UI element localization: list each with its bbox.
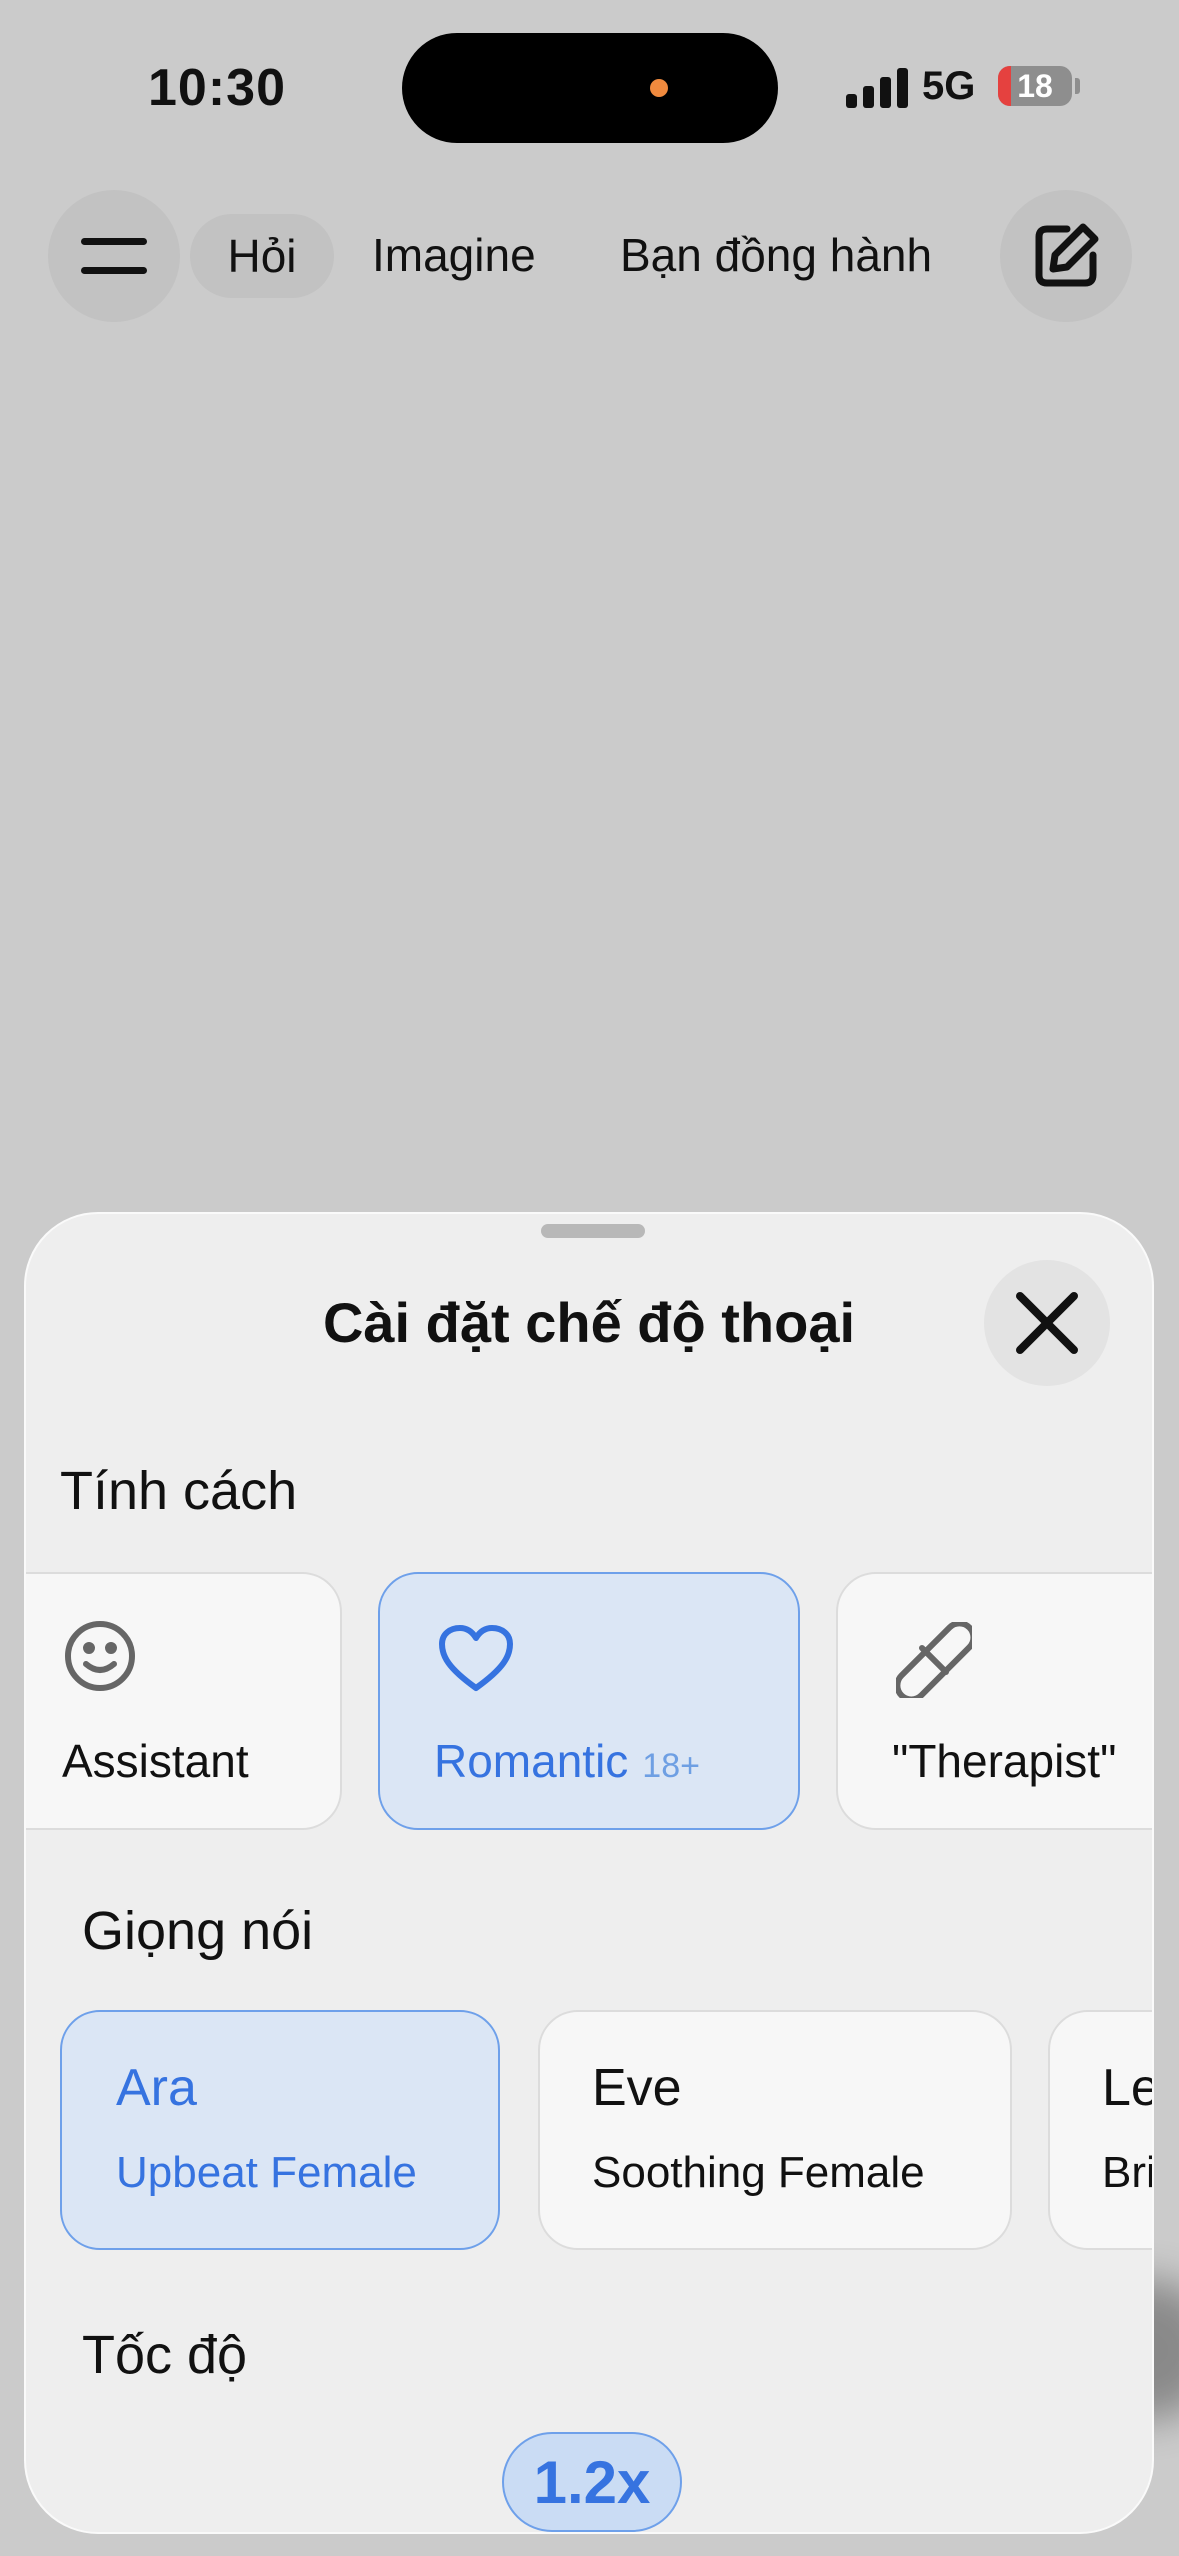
cellular-signal-icon	[846, 68, 908, 108]
voice-card-ara[interactable]: Ara Upbeat Female	[60, 2010, 500, 2250]
voice-settings-sheet: Cài đặt chế độ thoại Tính cách Assistant…	[24, 1212, 1154, 2534]
age-badge: 18+	[642, 1747, 700, 1785]
menu-button[interactable]	[48, 190, 180, 322]
personality-label: Romantic 18+	[434, 1734, 700, 1788]
personality-label: Assistant	[62, 1735, 249, 1787]
voice-description: Soothing Female	[592, 2148, 925, 2197]
battery-icon: 18	[998, 66, 1072, 106]
heart-icon	[439, 1625, 513, 1691]
pill-icon	[896, 1622, 972, 1698]
close-icon	[1016, 1292, 1078, 1354]
hamburger-icon	[81, 238, 147, 274]
personality-section-title: Tính cách	[60, 1461, 298, 1521]
voice-description: Upbeat Female	[116, 2148, 417, 2197]
network-type: 5G	[922, 64, 976, 108]
personality-card-assistant[interactable]: Assistant	[26, 1572, 342, 1830]
personality-label: "Therapist"	[892, 1735, 1117, 1787]
tab-imagine[interactable]: Imagine	[372, 228, 536, 282]
new-chat-button[interactable]	[1000, 190, 1132, 322]
speed-section-title: Tốc độ	[82, 2325, 248, 2385]
speed-selector[interactable]: 1.2x	[502, 2432, 682, 2532]
battery-level: 18	[1017, 68, 1053, 104]
status-bar: 10:30 5G 18	[0, 0, 1179, 175]
battery-cap	[1075, 78, 1080, 94]
voice-name: Eve	[592, 2059, 682, 2117]
personality-label-text: Romantic	[434, 1735, 629, 1787]
status-time: 10:30	[148, 59, 286, 117]
camera-indicator-dot	[650, 79, 668, 97]
voice-card-partial[interactable]: Le Bri	[1048, 2010, 1154, 2250]
voice-section-title: Giọng nói	[82, 1901, 314, 1961]
dynamic-island	[402, 33, 778, 143]
voice-description: Bri	[1102, 2148, 1154, 2197]
voice-name: Le	[1102, 2059, 1152, 2117]
personality-card-therapist[interactable]: "Therapist"	[836, 1572, 1152, 1830]
sheet-drag-handle[interactable]	[541, 1224, 645, 1238]
voice-name: Ara	[116, 2059, 197, 2117]
smile-icon	[65, 1621, 135, 1691]
close-button[interactable]	[984, 1260, 1110, 1386]
edit-icon	[1035, 223, 1099, 287]
tab-hoi[interactable]: Hỏi	[190, 214, 334, 298]
personality-card-romantic[interactable]: Romantic 18+	[378, 1572, 800, 1830]
voice-card-eve[interactable]: Eve Soothing Female	[538, 2010, 1012, 2250]
tab-ban-dong-hanh[interactable]: Bạn đồng hành	[620, 228, 932, 282]
